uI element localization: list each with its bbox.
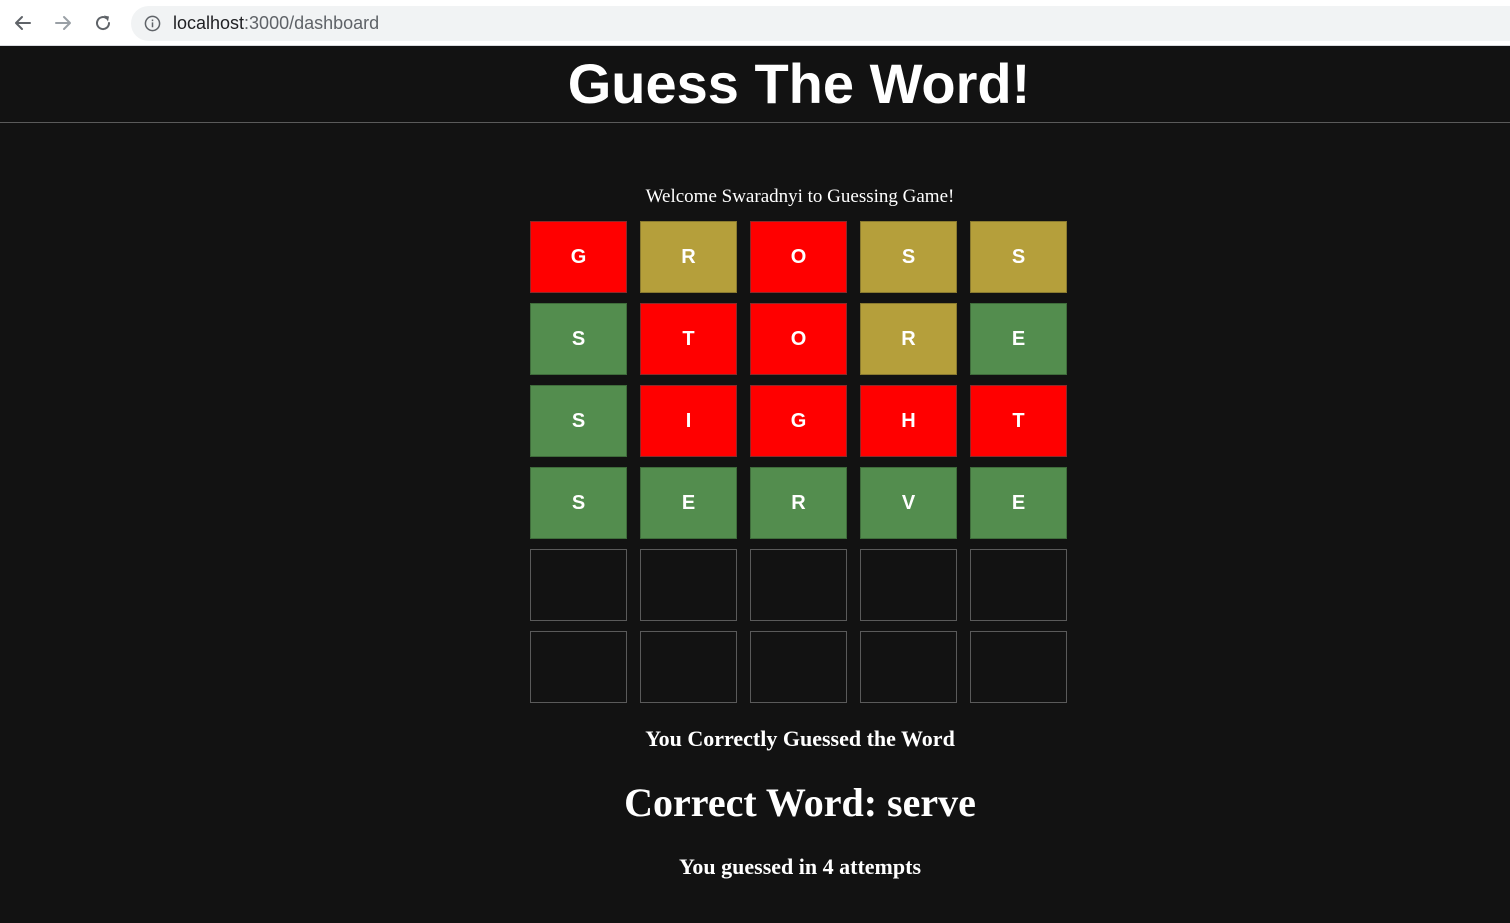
letter-tile: R — [860, 303, 957, 375]
board-row: STORE — [530, 303, 1070, 375]
letter-tile — [640, 631, 737, 703]
letter-tile: T — [970, 385, 1067, 457]
reload-icon[interactable] — [91, 11, 115, 35]
letter-tile: O — [750, 221, 847, 293]
letter-tile — [640, 549, 737, 621]
forward-arrow-icon[interactable] — [51, 11, 75, 35]
letter-tile — [530, 549, 627, 621]
browser-toolbar: localhost:3000/dashboard — [0, 0, 1510, 46]
letter-tile: V — [860, 467, 957, 539]
letter-tile: R — [640, 221, 737, 293]
letter-tile: O — [750, 303, 847, 375]
result-message: You Correctly Guessed the Word — [645, 726, 955, 751]
letter-tile: E — [970, 467, 1067, 539]
letter-tile: T — [640, 303, 737, 375]
letter-tile — [970, 631, 1067, 703]
letter-tile: E — [640, 467, 737, 539]
letter-tile: S — [530, 385, 627, 457]
letter-tile: S — [970, 221, 1067, 293]
letter-tile — [860, 549, 957, 621]
url-text[interactable]: localhost:3000/dashboard — [173, 13, 379, 34]
letter-tile — [530, 631, 627, 703]
letter-tile: G — [750, 385, 847, 457]
board-row: SERVE — [530, 467, 1070, 539]
letter-tile: G — [530, 221, 627, 293]
board-row — [530, 631, 1070, 703]
board-row: SIGHT — [530, 385, 1070, 457]
letter-tile: S — [530, 467, 627, 539]
board-row — [530, 549, 1070, 621]
letter-tile — [750, 631, 847, 703]
letter-tile: I — [640, 385, 737, 457]
info-icon[interactable] — [144, 15, 161, 32]
back-arrow-icon[interactable] — [11, 11, 35, 35]
correct-word: Correct Word: serve — [624, 780, 976, 825]
letter-tile: E — [970, 303, 1067, 375]
letter-tile: H — [860, 385, 957, 457]
page-title: Guess The Word! — [567, 52, 1031, 115]
address-bar[interactable]: localhost:3000/dashboard — [131, 6, 1510, 41]
letter-tile: S — [860, 221, 957, 293]
attempts-text: You guessed in 4 attempts — [678, 854, 922, 879]
letter-tile — [860, 631, 957, 703]
letter-tile: R — [750, 467, 847, 539]
letter-tile — [750, 549, 847, 621]
url-host: localhost — [173, 13, 245, 33]
page-header: Guess The Word! — [0, 46, 1510, 123]
url-path: :3000/dashboard — [244, 13, 380, 33]
letter-tile — [970, 549, 1067, 621]
board-row: GROSS — [530, 221, 1070, 293]
letter-tile: S — [530, 303, 627, 375]
game-board: GROSSSTORESIGHTSERVE — [530, 221, 1070, 713]
welcome-text: Welcome Swaradnyi to Guessing Game! — [645, 186, 955, 207]
